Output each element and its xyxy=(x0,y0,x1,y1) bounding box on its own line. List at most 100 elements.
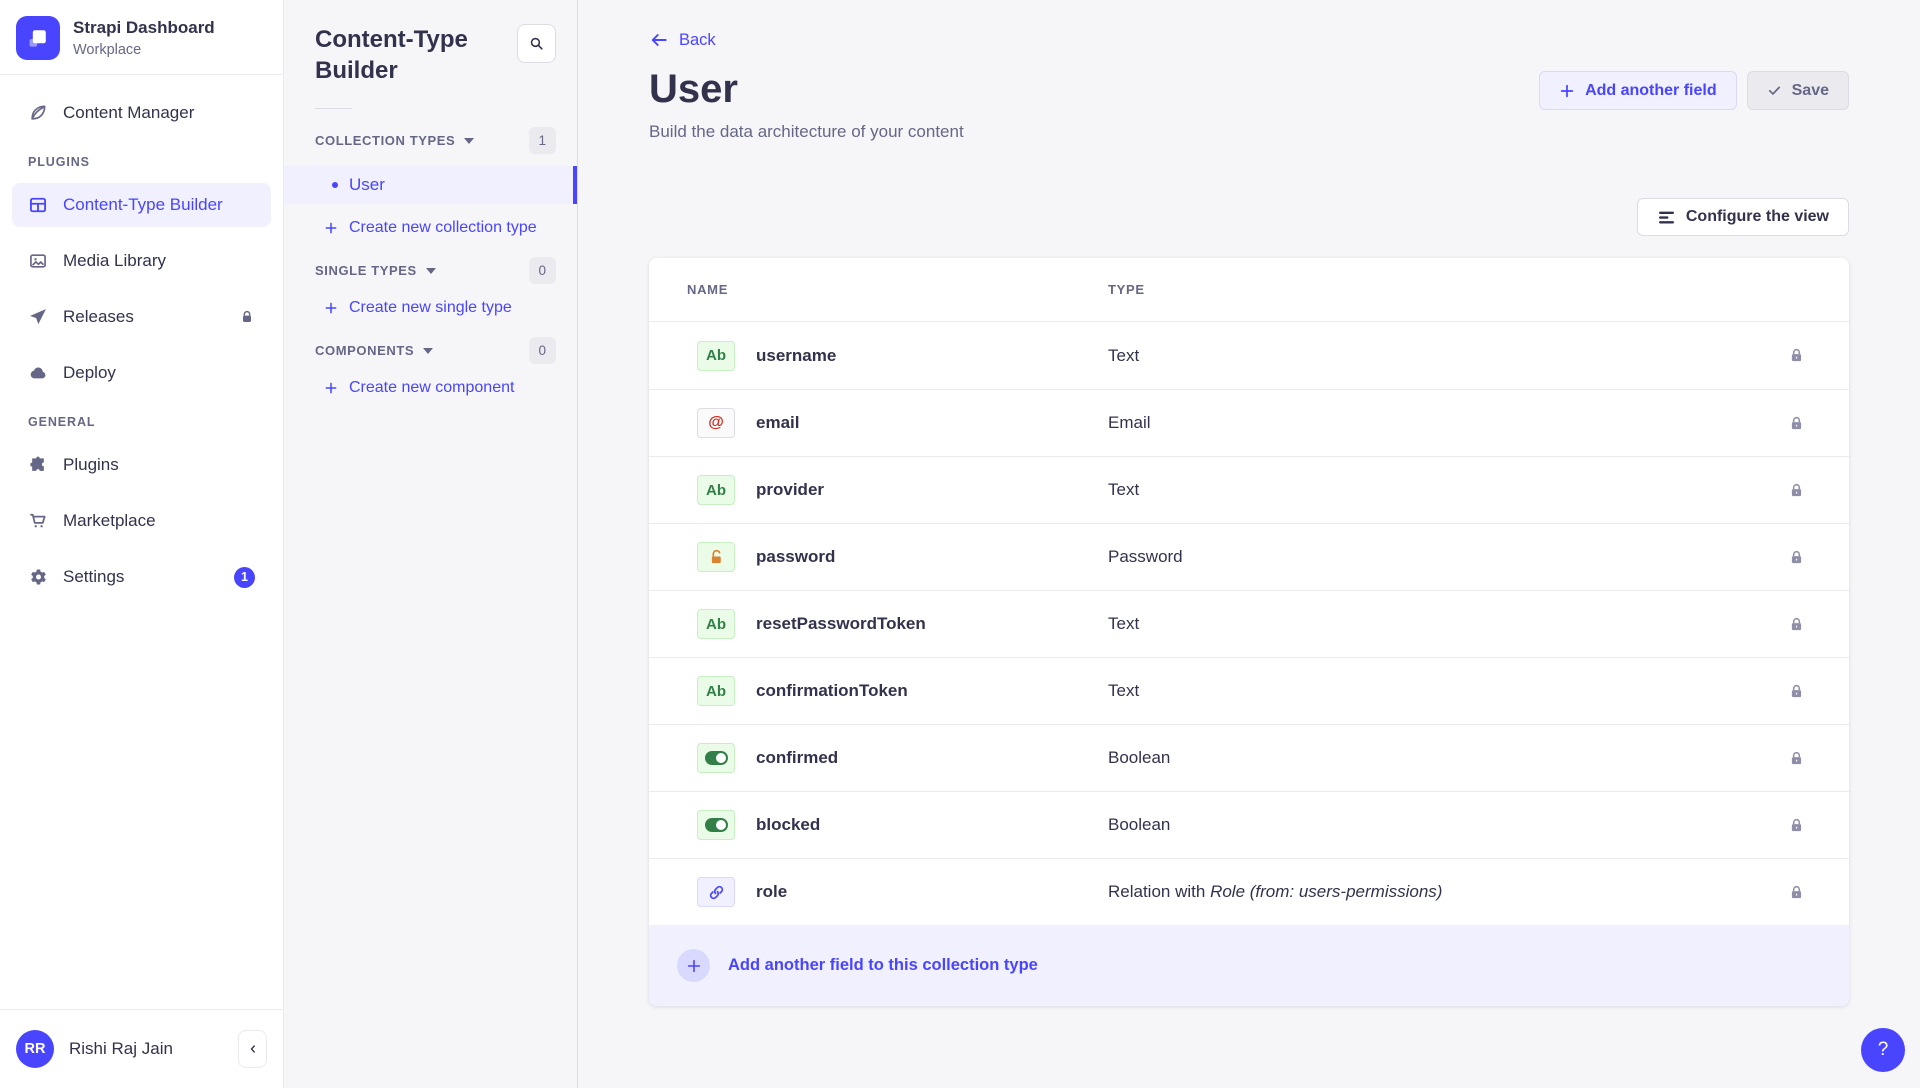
components-section-toggle[interactable]: COMPONENTS 0 xyxy=(315,337,556,364)
help-label: ? xyxy=(1878,1039,1889,1061)
sidebar-item-settings[interactable]: Settings 1 xyxy=(12,555,271,599)
feather-pen-icon xyxy=(28,103,48,123)
collection-type-label: User xyxy=(349,175,385,195)
search-icon xyxy=(528,35,545,52)
lock-icon xyxy=(1788,482,1805,499)
plus-icon xyxy=(324,381,338,395)
plus-icon xyxy=(1559,83,1575,99)
arrow-left-icon xyxy=(649,30,669,50)
sidebar-item-label: Plugins xyxy=(63,455,119,475)
text-field-icon: Ab xyxy=(697,609,735,639)
field-type: Boolean xyxy=(1108,815,1788,835)
check-icon xyxy=(1767,83,1782,98)
table-row: password Password xyxy=(649,523,1849,590)
app-title: Strapi Dashboard xyxy=(73,18,215,38)
table-row: Ab resetPasswordToken Text xyxy=(649,590,1849,657)
lock-icon xyxy=(1788,817,1805,834)
page-title: User xyxy=(649,67,738,111)
boolean-field-icon xyxy=(697,743,735,773)
field-type: Text xyxy=(1108,681,1788,701)
text-field-icon: Ab xyxy=(697,475,735,505)
field-name: provider xyxy=(756,480,1108,500)
table-row: blocked Boolean xyxy=(649,791,1849,858)
collection-type-item-user[interactable]: User xyxy=(284,166,577,204)
plus-icon xyxy=(324,221,338,235)
table-row: Ab provider Text xyxy=(649,456,1849,523)
collection-types-section-toggle[interactable]: COLLECTION TYPES 1 xyxy=(315,127,556,154)
sidebar-section-general: GENERAL xyxy=(12,415,271,429)
field-name: username xyxy=(756,346,1108,366)
create-component-link[interactable]: Create new component xyxy=(324,379,556,397)
text-field-icon: Ab xyxy=(697,341,735,371)
sidebar-item-deploy[interactable]: Deploy xyxy=(12,351,271,395)
picture-icon xyxy=(28,251,48,271)
field-type: Email xyxy=(1108,413,1788,433)
lock-icon xyxy=(1788,347,1805,364)
search-button[interactable] xyxy=(517,24,556,63)
notification-badge: 1 xyxy=(234,567,255,588)
field-table-body: Ab username Text @ email Email Ab provid… xyxy=(649,322,1849,925)
table-row: role Relation with Role (from: users-per… xyxy=(649,858,1849,925)
content-type-builder-panel: Content-Type Builder COLLECTION TYPES 1 … xyxy=(284,0,578,1088)
divider xyxy=(315,108,352,109)
sidebar-item-label: Media Library xyxy=(63,251,166,271)
table-row: confirmed Boolean xyxy=(649,724,1849,791)
sidebar-item-label: Marketplace xyxy=(63,511,156,531)
table-row: Ab username Text xyxy=(649,322,1849,389)
sidebar-item-label: Deploy xyxy=(63,363,116,383)
field-name: email xyxy=(756,413,1108,433)
lock-icon xyxy=(239,309,255,325)
sidebar-item-plugins[interactable]: Plugins xyxy=(12,443,271,487)
create-single-type-link[interactable]: Create new single type xyxy=(324,299,556,317)
workspace-name: Workplace xyxy=(73,42,215,58)
sidebar-item-releases[interactable]: Releases xyxy=(12,295,271,339)
user-name: Rishi Raj Jain xyxy=(69,1039,173,1059)
avatar[interactable]: RR xyxy=(16,1030,54,1068)
field-type: Boolean xyxy=(1108,748,1788,768)
single-types-count: 0 xyxy=(529,257,556,284)
field-name: confirmed xyxy=(756,748,1108,768)
back-link[interactable]: Back xyxy=(649,30,716,50)
section-title: COLLECTION TYPES xyxy=(315,133,455,148)
components-count: 0 xyxy=(529,337,556,364)
lock-icon xyxy=(1788,616,1805,633)
caret-down-icon xyxy=(426,268,436,274)
sidebar-item-marketplace[interactable]: Marketplace xyxy=(12,499,271,543)
collapse-sidebar-button[interactable] xyxy=(238,1030,267,1068)
password-field-icon xyxy=(697,542,735,572)
shopping-cart-icon xyxy=(28,511,48,531)
sidebar-item-content-manager[interactable]: Content Manager xyxy=(12,91,271,135)
caret-down-icon xyxy=(423,348,433,354)
list-settings-icon xyxy=(1657,208,1676,227)
caret-down-icon xyxy=(464,138,474,144)
field-name: blocked xyxy=(756,815,1108,835)
field-name: confirmationToken xyxy=(756,681,1108,701)
save-button[interactable]: Save xyxy=(1747,71,1849,110)
collection-types-count: 1 xyxy=(529,127,556,154)
add-another-field-button[interactable]: Add another field xyxy=(1539,71,1737,110)
plus-icon xyxy=(324,301,338,315)
workspace-switcher[interactable]: Strapi Dashboard Workplace xyxy=(0,0,283,74)
plus-circle-icon xyxy=(677,949,710,982)
add-field-footer-button[interactable]: Add another field to this collection typ… xyxy=(649,925,1849,1006)
help-button[interactable]: ? xyxy=(1861,1028,1905,1072)
single-types-section-toggle[interactable]: SINGLE TYPES 0 xyxy=(315,257,556,284)
field-type: Text xyxy=(1108,480,1788,500)
sidebar-item-content-type-builder[interactable]: Content-Type Builder xyxy=(12,183,271,227)
cloud-icon xyxy=(28,363,48,383)
main-content: Back User Add another field Save Build t… xyxy=(578,0,1920,1088)
sidebar-item-label: Releases xyxy=(63,307,134,327)
sidebar-item-label: Content-Type Builder xyxy=(63,195,223,215)
lock-icon xyxy=(1788,415,1805,432)
sidebar-item-media-library[interactable]: Media Library xyxy=(12,239,271,283)
layout-grid-icon xyxy=(28,195,48,215)
create-collection-type-link[interactable]: Create new collection type xyxy=(324,219,556,237)
configure-view-button[interactable]: Configure the view xyxy=(1637,198,1849,236)
column-header-type: TYPE xyxy=(1108,282,1145,297)
lock-icon xyxy=(1788,750,1805,767)
field-type: Relation with Role (from: users-permissi… xyxy=(1108,882,1788,902)
gear-icon xyxy=(28,567,48,587)
fields-table: NAME TYPE Ab username Text @ email Email xyxy=(649,258,1849,1006)
sidebar-section-plugins: PLUGINS xyxy=(12,155,271,169)
main-sidebar: Strapi Dashboard Workplace Content Manag… xyxy=(0,0,284,1088)
